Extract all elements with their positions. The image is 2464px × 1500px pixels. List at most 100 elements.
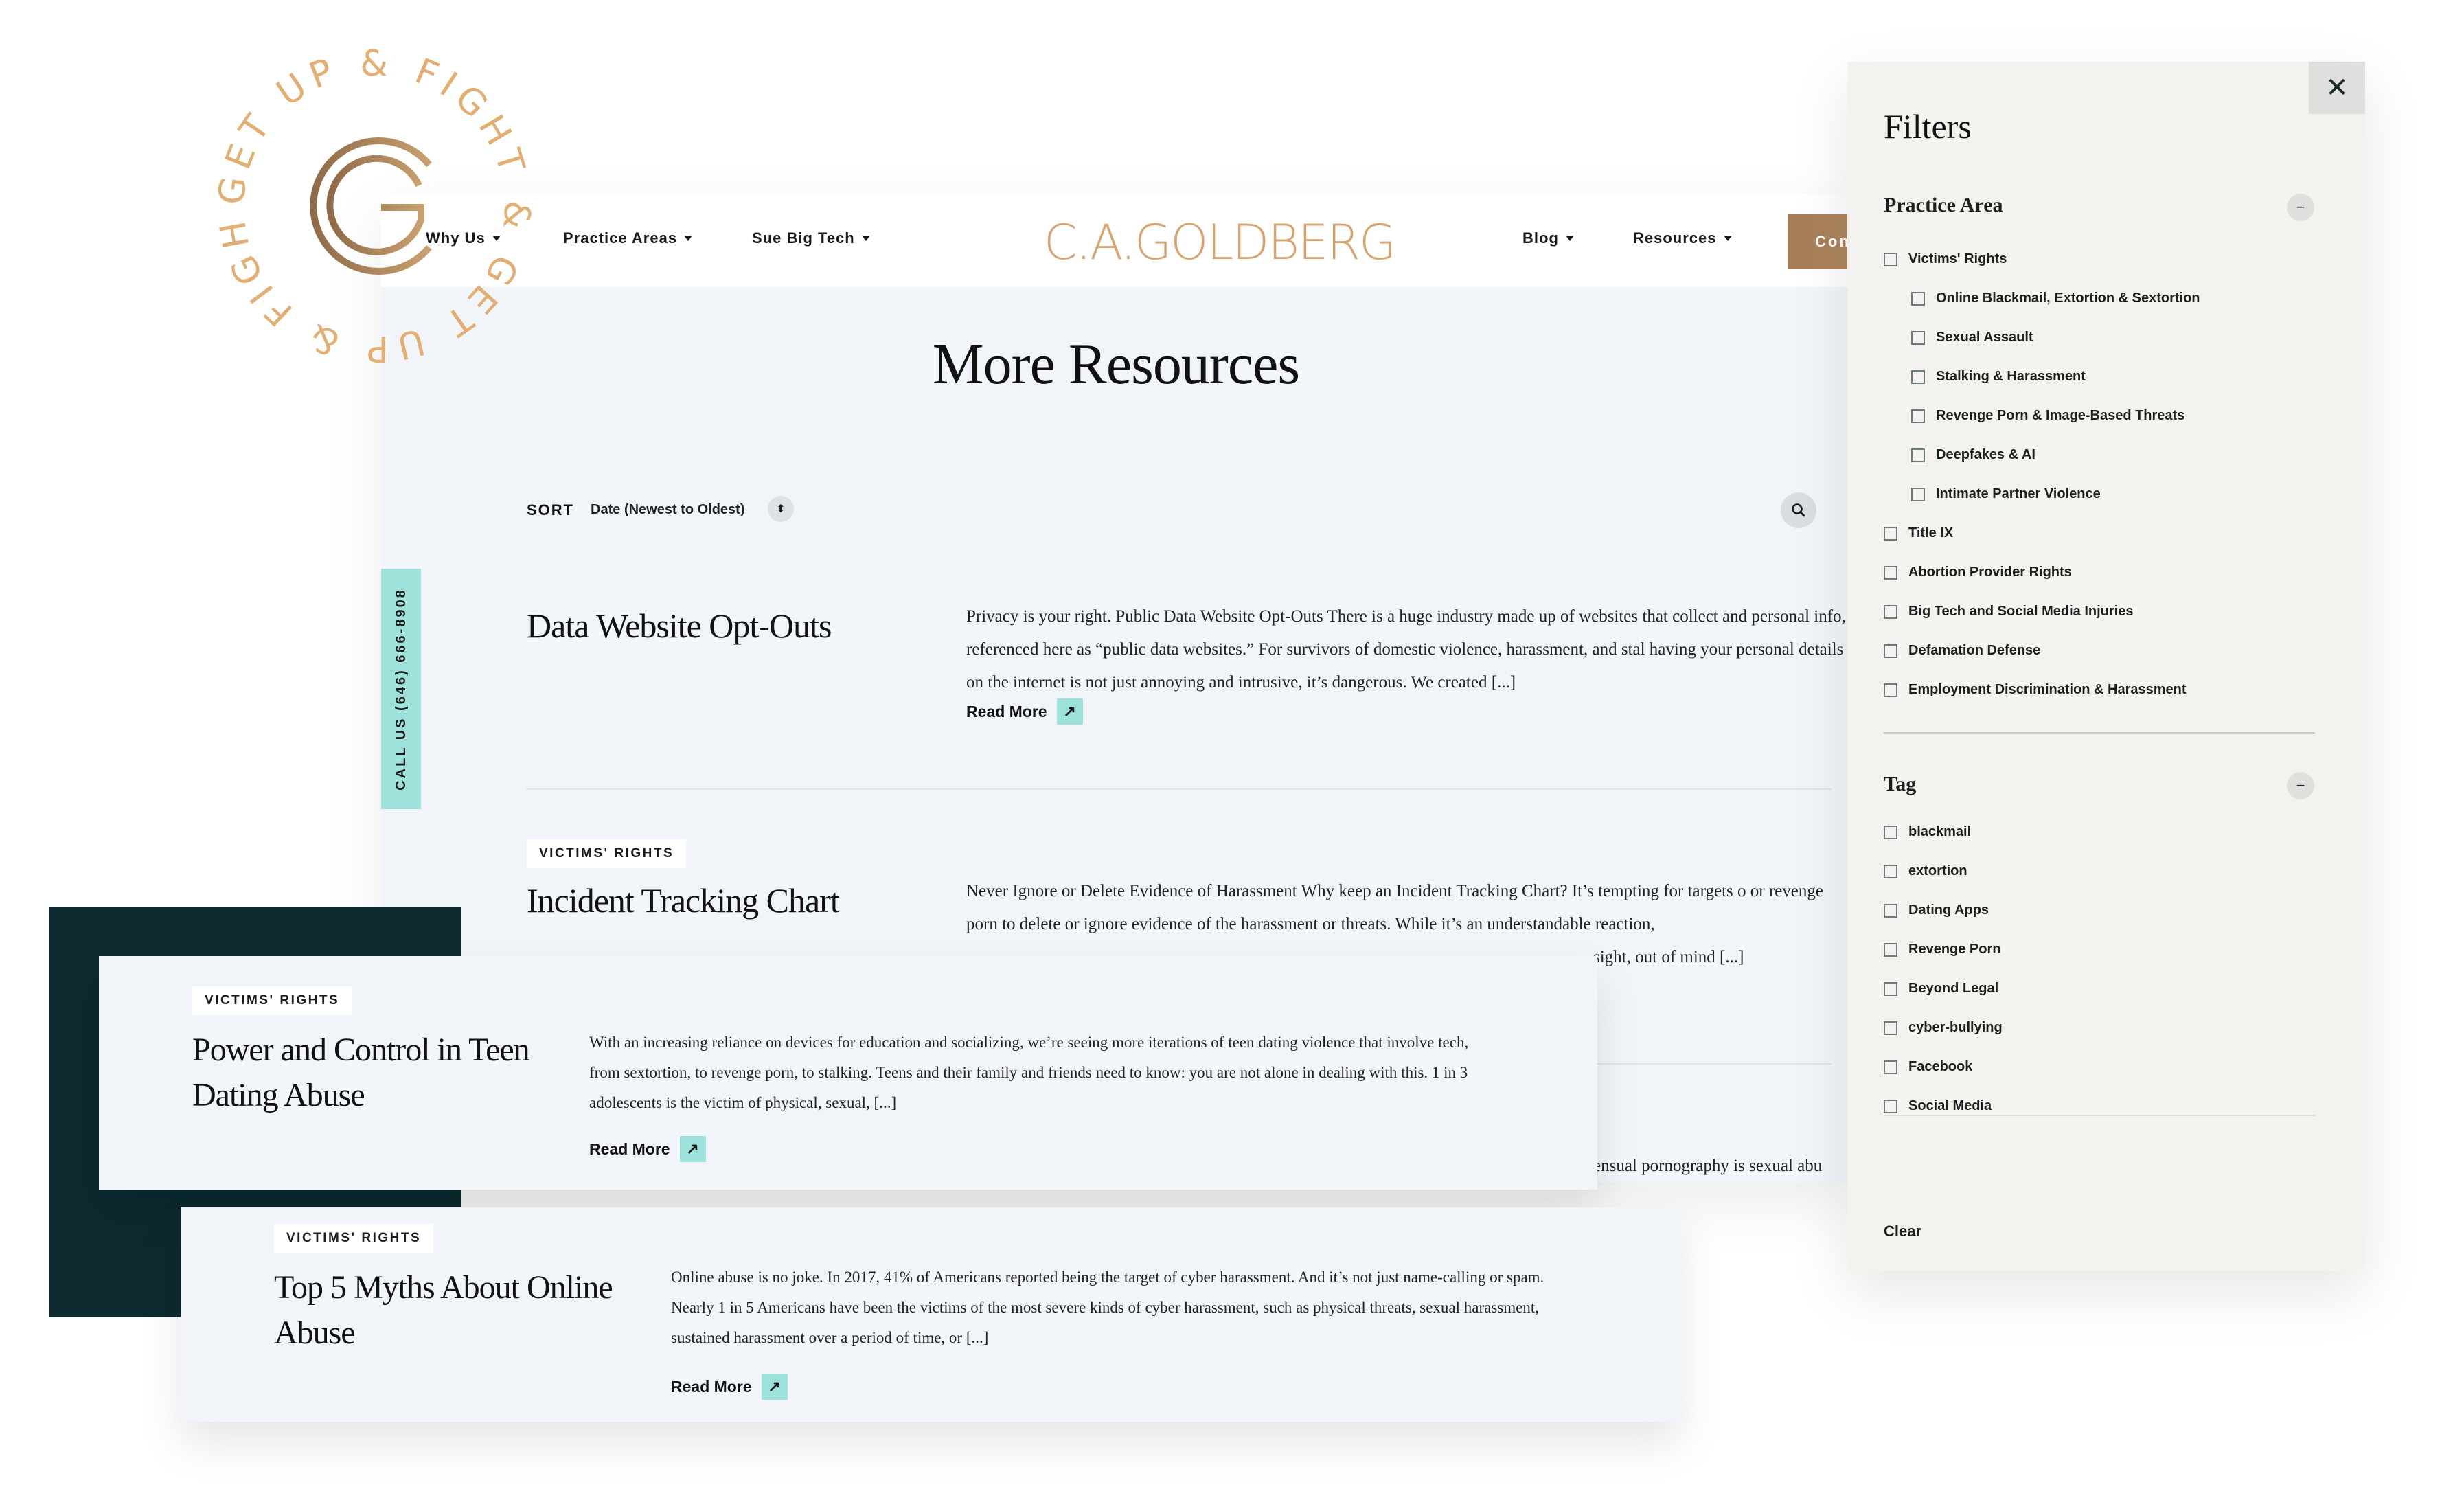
category-badge[interactable]: VICTIMS' RIGHTS <box>274 1224 434 1253</box>
tag-checkbox-item[interactable]: extortion <box>1884 863 1967 879</box>
close-icon: ✕ <box>2325 73 2349 103</box>
practice-area-checkbox-item[interactable]: Abortion Provider Rights <box>1884 565 2072 580</box>
tag-heading: Tag <box>1884 773 1917 795</box>
read-more-link[interactable]: Read More ↗ <box>589 1136 706 1162</box>
tag-checkbox-item[interactable]: Facebook <box>1884 1059 1972 1075</box>
practice-area-checkbox-item[interactable]: Defamation Defense <box>1884 643 2040 659</box>
caret-down-icon <box>1723 236 1732 241</box>
practice-area-checkbox-item[interactable]: Stalking & Harassment <box>1911 369 2086 385</box>
resource-card: VICTIMS' RIGHTS Top 5 Myths About Online… <box>181 1207 1681 1422</box>
practice-area-checkbox-item[interactable]: Victims' Rights <box>1884 251 2007 267</box>
checkbox[interactable] <box>1884 942 1897 957</box>
category-badge[interactable]: VICTIMS' RIGHTS <box>527 839 687 868</box>
practice-area-checkbox-item[interactable]: Employment Discrimination & Harassment <box>1884 682 2187 698</box>
practice-area-checkbox-item[interactable]: Title IX <box>1884 525 1953 541</box>
clear-filters-button[interactable]: Clear <box>1884 1223 1921 1240</box>
checkbox[interactable] <box>1884 604 1897 619</box>
tag-checkbox-item[interactable]: Revenge Porn <box>1884 942 2000 957</box>
checkbox[interactable] <box>1884 1099 1897 1113</box>
resource-title[interactable]: Incident Tracking Chart <box>527 880 840 920</box>
practice-area-checkbox-item[interactable]: Intimate Partner Violence <box>1911 486 2101 502</box>
checkbox[interactable] <box>1884 1021 1897 1035</box>
circle-logo: GET UP & FIGHT & GET UP & FIGHT & <box>216 48 532 364</box>
call-us-tab[interactable]: CALL US (646) 666-8908 <box>381 569 421 809</box>
nav-label: Resources <box>1633 229 1717 247</box>
tag-checkbox-item[interactable]: Dating Apps <box>1884 902 1989 918</box>
checkbox-label: Victims' Rights <box>1908 251 2007 266</box>
nav-resources[interactable]: Resources <box>1633 229 1732 247</box>
search-button[interactable] <box>1781 492 1816 528</box>
resource-excerpt: Privacy is your right. Public Data Websi… <box>966 607 1846 692</box>
nav-label: Practice Areas <box>563 229 678 247</box>
scroll-divider <box>1884 1115 2315 1116</box>
collapse-tag-button[interactable]: − <box>2287 772 2314 799</box>
resource-excerpt-partial: ensual pornography is sexual abu <box>1593 1157 1823 1175</box>
checkbox[interactable] <box>1911 330 1925 345</box>
checkbox-label: Online Blackmail, Extortion & Sextortion <box>1936 291 2200 306</box>
sort-select[interactable]: Date (Newest to Oldest) <box>591 502 744 518</box>
brand-logo[interactable]: C.A.GOLDBERG <box>1044 214 1396 271</box>
nav-label: Sue Big Tech <box>752 229 855 247</box>
close-filters-button[interactable]: ✕ <box>2309 62 2365 114</box>
read-more-link[interactable]: Read More ↗ <box>966 698 1083 725</box>
checkbox[interactable] <box>1911 291 1925 306</box>
g-monogram-icon <box>310 137 432 275</box>
card-title[interactable]: Power and Control in Teen Dating Abuse <box>192 1027 549 1118</box>
divider <box>1884 732 2315 734</box>
checkbox-label: Intimate Partner Violence <box>1936 486 2101 501</box>
checkbox-label: Social Media <box>1908 1098 1992 1113</box>
checkbox[interactable] <box>1884 644 1897 658</box>
tag-list[interactable]: blackmail extortion Dating Apps Revenge Por… <box>1847 817 2365 1115</box>
tag-checkbox-item[interactable]: blackmail <box>1884 824 1971 840</box>
caret-down-icon <box>684 236 693 241</box>
tag-checkbox-item[interactable]: Beyond Legal <box>1884 981 1998 997</box>
resource-title[interactable]: Data Website Opt-Outs <box>527 606 832 646</box>
checkbox-label: Facebook <box>1908 1059 1973 1074</box>
checkbox[interactable] <box>1884 526 1897 541</box>
read-more-label: Read More <box>589 1139 670 1158</box>
nav-blog[interactable]: Blog <box>1522 229 1574 247</box>
sort-toggle-button[interactable]: ⬍ <box>768 496 794 522</box>
checkbox[interactable] <box>1884 903 1897 918</box>
collapse-practice-area-button[interactable]: − <box>2287 194 2314 221</box>
practice-area-checkbox-item[interactable]: Deepfakes & AI <box>1911 447 2035 463</box>
checkbox[interactable] <box>1884 565 1897 580</box>
checkbox[interactable] <box>1884 981 1897 996</box>
resource-excerpt: Never Ignore or Delete Evidence of Haras… <box>966 882 1823 933</box>
checkbox[interactable] <box>1911 487 1925 501</box>
filters-panel: ✕ Filters Practice Area − Victims' Right… <box>1847 62 2365 1271</box>
checkbox[interactable] <box>1911 409 1925 423</box>
checkbox[interactable] <box>1884 1060 1897 1074</box>
checkbox[interactable] <box>1911 370 1925 384</box>
circle-logo-text: GET UP & FIGHT & GET UP & FIGHT & <box>216 48 532 364</box>
checkbox-label: Defamation Defense <box>1908 643 2041 658</box>
category-badge[interactable]: VICTIMS' RIGHTS <box>192 986 352 1015</box>
checkbox[interactable] <box>1884 683 1897 697</box>
site-header: Why Us Practice Areas Sue Big Tech C.A.G… <box>381 194 1851 287</box>
card-title[interactable]: Top 5 Myths About Online Abuse <box>274 1265 631 1356</box>
checkbox-label: blackmail <box>1908 824 1972 839</box>
checkbox-label: Dating Apps <box>1908 902 1989 918</box>
arrow-up-right-icon: ↗ <box>1056 698 1083 725</box>
contact-button[interactable]: Con <box>1788 214 1851 269</box>
practice-area-checkbox-item[interactable]: Revenge Porn & Image-Based Threats <box>1911 408 2184 424</box>
read-more-link[interactable]: Read More ↗ <box>671 1374 788 1400</box>
checkbox[interactable] <box>1884 864 1897 878</box>
nav-sue-big-tech[interactable]: Sue Big Tech <box>752 229 870 247</box>
resource-item: Data Website Opt-Outs Privacy is your ri… <box>527 606 1846 729</box>
nav-practice-areas[interactable]: Practice Areas <box>563 229 693 247</box>
tag-checkbox-item[interactable]: Social Media <box>1884 1098 1992 1114</box>
read-more-label: Read More <box>671 1377 752 1396</box>
practice-area-checkbox-item[interactable]: Sexual Assault <box>1911 330 2033 345</box>
checkbox[interactable] <box>1884 825 1897 839</box>
tag-checkbox-item[interactable]: cyber-bullying <box>1884 1020 2003 1036</box>
practice-area-checkbox-item[interactable]: Online Blackmail, Extortion & Sextortion <box>1911 291 2200 306</box>
checkbox[interactable] <box>1911 448 1925 462</box>
arrow-up-right-icon: ↗ <box>761 1374 788 1400</box>
practice-area-heading: Practice Area <box>1884 194 2003 216</box>
read-more-label: Read More <box>966 702 1047 720</box>
practice-area-checkbox-item[interactable]: Big Tech and Social Media Injuries <box>1884 604 2133 620</box>
checkbox-label: extortion <box>1908 863 1967 878</box>
minus-icon: − <box>2296 198 2305 216</box>
checkbox[interactable] <box>1884 252 1897 266</box>
